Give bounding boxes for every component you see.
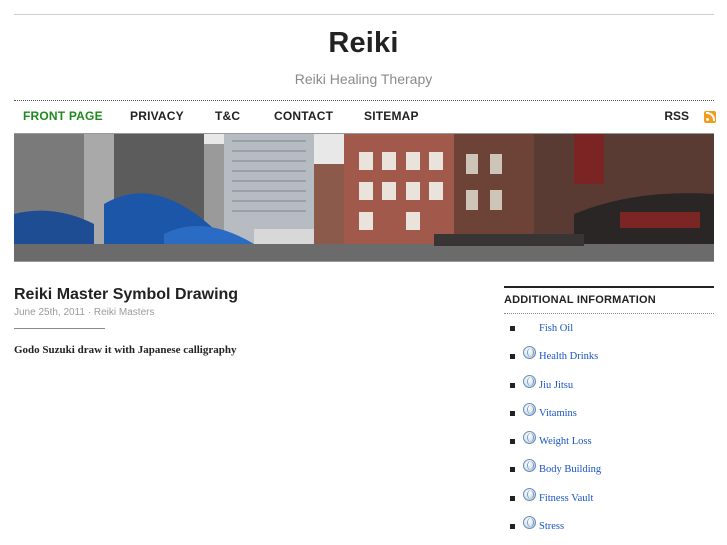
sidebar-link-health-drinks[interactable]: Health Drinks <box>539 351 598 362</box>
site-title[interactable]: Reiki <box>0 27 727 60</box>
bullet-icon <box>510 354 515 360</box>
bullet-icon <box>510 410 515 416</box>
globe-icon <box>523 374 536 388</box>
sidebar-link-stress[interactable]: Stress <box>539 521 564 532</box>
post-title[interactable]: Reiki Master Symbol Drawing <box>14 286 238 304</box>
sidebar-link-jiu-jitsu[interactable]: Jiu Jitsu <box>539 380 573 391</box>
bullet-icon <box>510 382 515 388</box>
bullet-icon <box>510 467 515 473</box>
globe-icon <box>523 487 536 501</box>
sidebar-link-weight-loss[interactable]: Weight Loss <box>539 436 592 447</box>
bullet-icon <box>510 524 515 530</box>
list-item: Fish Oil <box>504 314 714 342</box>
globe-icon <box>523 431 536 445</box>
sidebar-link-fish-oil[interactable]: Fish Oil <box>539 323 573 334</box>
post-meta: June 25th, 2011 · Reiki Masters <box>14 307 154 318</box>
post-divider <box>14 328 105 329</box>
nav-front-page[interactable]: FRONT PAGE <box>23 109 103 123</box>
rss-icon[interactable] <box>704 111 716 123</box>
globe-icon <box>523 402 536 416</box>
sidebar-links: Fish Oil Health Drinks Jiu Jitsu Vitamin… <box>504 314 714 540</box>
bullet-icon <box>510 326 515 331</box>
list-item: Health Drinks <box>504 342 714 370</box>
header-image <box>14 133 714 262</box>
bullet-icon <box>510 439 515 445</box>
post-body: Godo Suzuki draw it with Japanese callig… <box>14 344 237 356</box>
nav-sitemap[interactable]: SITEMAP <box>364 109 419 123</box>
rss-link[interactable]: RSS <box>664 109 689 123</box>
globe-icon <box>523 459 536 473</box>
list-item: Fitness Vault <box>504 484 714 512</box>
nav-privacy[interactable]: PRIVACY <box>130 109 184 123</box>
top-divider <box>14 14 714 15</box>
sidebar: ADDITIONAL INFORMATION Fish Oil Health D… <box>504 286 714 540</box>
globe-icon <box>523 346 536 360</box>
sidebar-link-body-building[interactable]: Body Building <box>539 464 601 475</box>
post-date: June 25th, 2011 <box>14 307 85 318</box>
globe-icon <box>523 516 536 530</box>
list-item: Body Building <box>504 455 714 483</box>
list-item: Weight Loss <box>504 427 714 455</box>
nav-tc[interactable]: T&C <box>215 109 240 123</box>
post-meta-separator: · <box>85 307 94 318</box>
list-item: Vitamins <box>504 399 714 427</box>
sidebar-link-fitness-vault[interactable]: Fitness Vault <box>539 493 593 504</box>
list-item: Jiu Jitsu <box>504 371 714 399</box>
sidebar-heading: ADDITIONAL INFORMATION <box>504 286 714 306</box>
sidebar-link-vitamins[interactable]: Vitamins <box>539 408 577 419</box>
nav-contact[interactable]: CONTACT <box>274 109 333 123</box>
post-category[interactable]: Reiki Masters <box>94 307 155 318</box>
main-nav: FRONT PAGE PRIVACY T&C CONTACT SITEMAP R… <box>14 100 716 130</box>
bullet-icon <box>510 495 515 501</box>
site-description: Reiki Healing Therapy <box>294 71 433 87</box>
list-item: Stress <box>504 512 714 540</box>
